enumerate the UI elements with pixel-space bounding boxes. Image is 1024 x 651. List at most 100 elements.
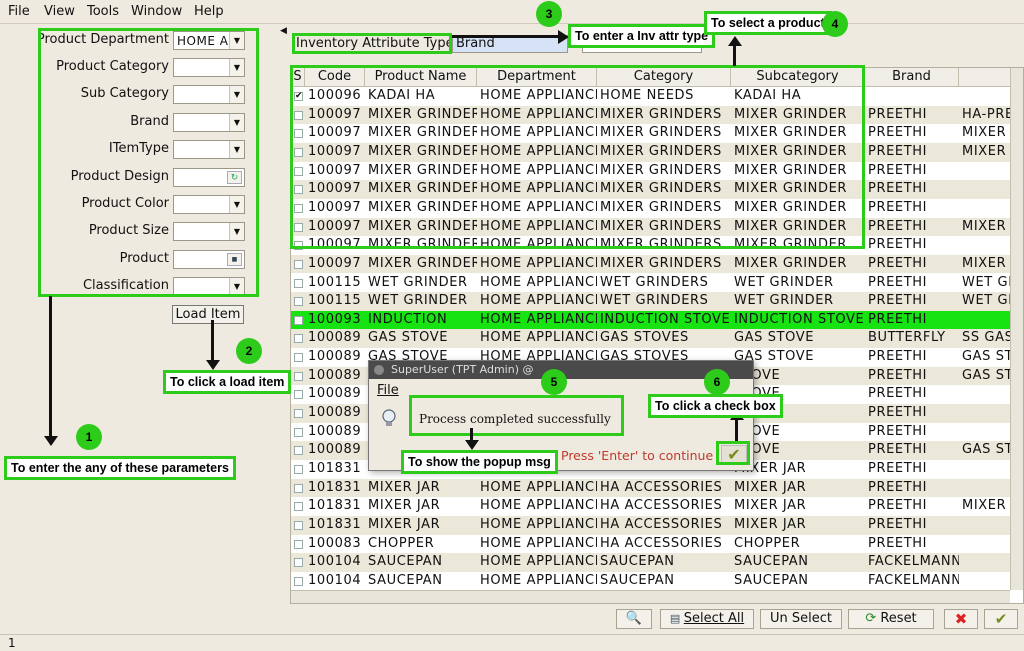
table-cell: GAS STOVES: [600, 330, 689, 346]
load-item-button[interactable]: Load Item: [172, 305, 244, 324]
row-checkbox[interactable]: [294, 576, 303, 586]
table-cell: MIXER JAR: [368, 516, 441, 532]
horizontal-scrollbar[interactable]: [291, 590, 1010, 603]
table-cell: FACKELMANN: [868, 554, 959, 570]
row-checkbox[interactable]: [294, 465, 303, 474]
table-row[interactable]: 100115 WET GRINDER HOME APPLIANCE WET GRIND…: [291, 292, 1023, 311]
unselect-button[interactable]: Un Select: [760, 609, 842, 629]
row-checkbox[interactable]: [294, 371, 303, 381]
table-cell: MIXER JAR: [368, 498, 441, 514]
vertical-scrollbar[interactable]: [1010, 68, 1023, 590]
table-cell: GAS STOVE: [734, 330, 815, 346]
table-cell: WET GRINDER: [368, 293, 468, 309]
table-cell: 100089: [308, 442, 362, 458]
annotation-arrow-1: [49, 296, 52, 438]
dialog-ok-highlight: [716, 441, 750, 465]
reset-button[interactable]: ⟳ Reset: [848, 609, 934, 629]
table-cell: PREETHI: [868, 386, 928, 402]
table-cell: PREETHI: [868, 237, 928, 253]
table-cell: CHOPPER: [368, 535, 435, 551]
table-cell: 100089: [308, 386, 362, 402]
table-cell: HOME APPLIANCE: [480, 311, 597, 327]
table-row[interactable]: 100115 WET GRINDER HOME APPLIANCE WET GRIND…: [291, 274, 1023, 293]
table-row[interactable]: 100097 MIXER GRINDER HOME APPLIANCE MIXER G…: [291, 254, 1023, 274]
menu-window[interactable]: Window: [131, 4, 182, 19]
row-checkbox[interactable]: [294, 315, 303, 325]
table-cell: SAUCEPAN: [600, 572, 675, 588]
annotation-callout-1: To enter the any of these parameters: [4, 456, 236, 480]
table-cell: HA ACCESSORIES: [600, 498, 723, 514]
table-cell: HOME APPLIANCE: [480, 535, 597, 551]
row-checkbox[interactable]: [294, 334, 303, 344]
row-checkbox[interactable]: [294, 483, 303, 493]
table-cell: HOME APPLIANCE: [480, 498, 597, 514]
table-cell: 101831: [308, 498, 362, 514]
row-checkbox[interactable]: [294, 558, 303, 568]
row-checkbox[interactable]: [294, 297, 303, 307]
select-all-button[interactable]: ▤ Select All: [660, 609, 754, 629]
grid-selection-highlight: [290, 65, 865, 249]
collapse-left-icon[interactable]: ◀: [280, 26, 292, 40]
row-checkbox[interactable]: [294, 427, 303, 437]
table-cell: MIXER JAR: [368, 479, 441, 495]
row-checkbox[interactable]: [294, 390, 303, 400]
table-cell: 100089: [308, 330, 362, 346]
ok-button[interactable]: ✔: [984, 609, 1018, 629]
table-cell: PREETHI: [868, 311, 928, 327]
dialog-close-icon[interactable]: [374, 365, 384, 375]
table-cell: MIXER GRINDER: [734, 255, 848, 271]
table-row[interactable]: 101831 MIXER JAR HOME APPLIANCE HA ACCESSOR…: [291, 478, 1023, 498]
row-checkbox[interactable]: [294, 502, 303, 512]
list-icon: ▤: [669, 612, 684, 625]
annotation-callout-6: To click a check box: [648, 394, 783, 418]
annotation-number-1: 1: [76, 424, 102, 450]
table-cell: PREETHI: [868, 349, 928, 365]
table-cell: HOME APPLIANCE: [480, 479, 597, 495]
annotation-number-6: 6: [704, 369, 730, 395]
table-cell: SAUCEPAN: [600, 554, 675, 570]
table-cell: PREETHI: [868, 535, 928, 551]
table-cell: INDUCTION STOVES: [600, 311, 731, 327]
table-cell: HOME APPLIANCE: [480, 293, 597, 309]
menu-view[interactable]: View: [44, 4, 75, 19]
table-row[interactable]: 100104 SAUCEPAN HOME APPLIANCE SAUCEPAN SAUC…: [291, 572, 1023, 591]
table-cell: PREETHI: [868, 293, 928, 309]
dialog-menu-file[interactable]: File: [377, 383, 399, 398]
table-row[interactable]: 100083 CHOPPER HOME APPLIANCE HA ACCESSORIE…: [291, 535, 1023, 554]
table-row[interactable]: 100089 GAS STOVE HOME APPLIANCE GAS STOVES G…: [291, 329, 1023, 349]
column-header[interactable]: Brand: [865, 68, 959, 87]
table-cell: MIXER JAR: [734, 498, 807, 514]
row-checkbox[interactable]: [294, 539, 303, 549]
table-cell: 100104: [308, 572, 362, 588]
table-cell: PREETHI: [868, 516, 928, 532]
row-checkbox[interactable]: [294, 278, 303, 288]
table-cell: 100104: [308, 554, 362, 570]
table-cell: SAUCEPAN: [734, 572, 809, 588]
preview-button[interactable]: 🔍: [616, 609, 652, 629]
menu-help[interactable]: Help: [194, 4, 224, 19]
table-row[interactable]: 100104 SAUCEPAN HOME APPLIANCE SAUCEPAN SAUC…: [291, 553, 1023, 572]
row-checkbox[interactable]: [294, 353, 303, 363]
table-cell: SAUCEPAN: [734, 554, 809, 570]
row-checkbox[interactable]: [294, 446, 303, 456]
table-row[interactable]: 101831 MIXER JAR HOME APPLIANCE HA ACCESSOR…: [291, 515, 1023, 535]
table-cell: BUTTERFLY: [868, 330, 946, 346]
menu-tools[interactable]: Tools: [87, 4, 119, 19]
table-cell: 100089: [308, 405, 362, 421]
annotation-arrow-4: [733, 46, 736, 66]
table-cell: FACKELMANN: [868, 572, 959, 588]
close-button[interactable]: ✖: [944, 609, 978, 629]
row-checkbox[interactable]: [294, 259, 303, 269]
annotation-arrowhead-2: [206, 360, 220, 370]
table-row[interactable]: 101831 MIXER JAR HOME APPLIANCE HA ACCESSOR…: [291, 497, 1023, 516]
magnifier-icon: 🔍: [625, 611, 643, 626]
table-row[interactable]: 100093 INDUCTION HOME APPLIANCE INDUCTION S…: [291, 310, 1023, 330]
table-cell: PREETHI: [868, 218, 928, 234]
row-checkbox[interactable]: [294, 409, 303, 419]
table-cell: PREETHI: [868, 423, 928, 439]
select-all-label: Select All: [683, 611, 745, 626]
row-checkbox[interactable]: [294, 520, 303, 530]
menu-file[interactable]: File: [8, 4, 30, 19]
table-cell: PREETHI: [868, 274, 928, 290]
table-cell: 101831: [308, 479, 362, 495]
